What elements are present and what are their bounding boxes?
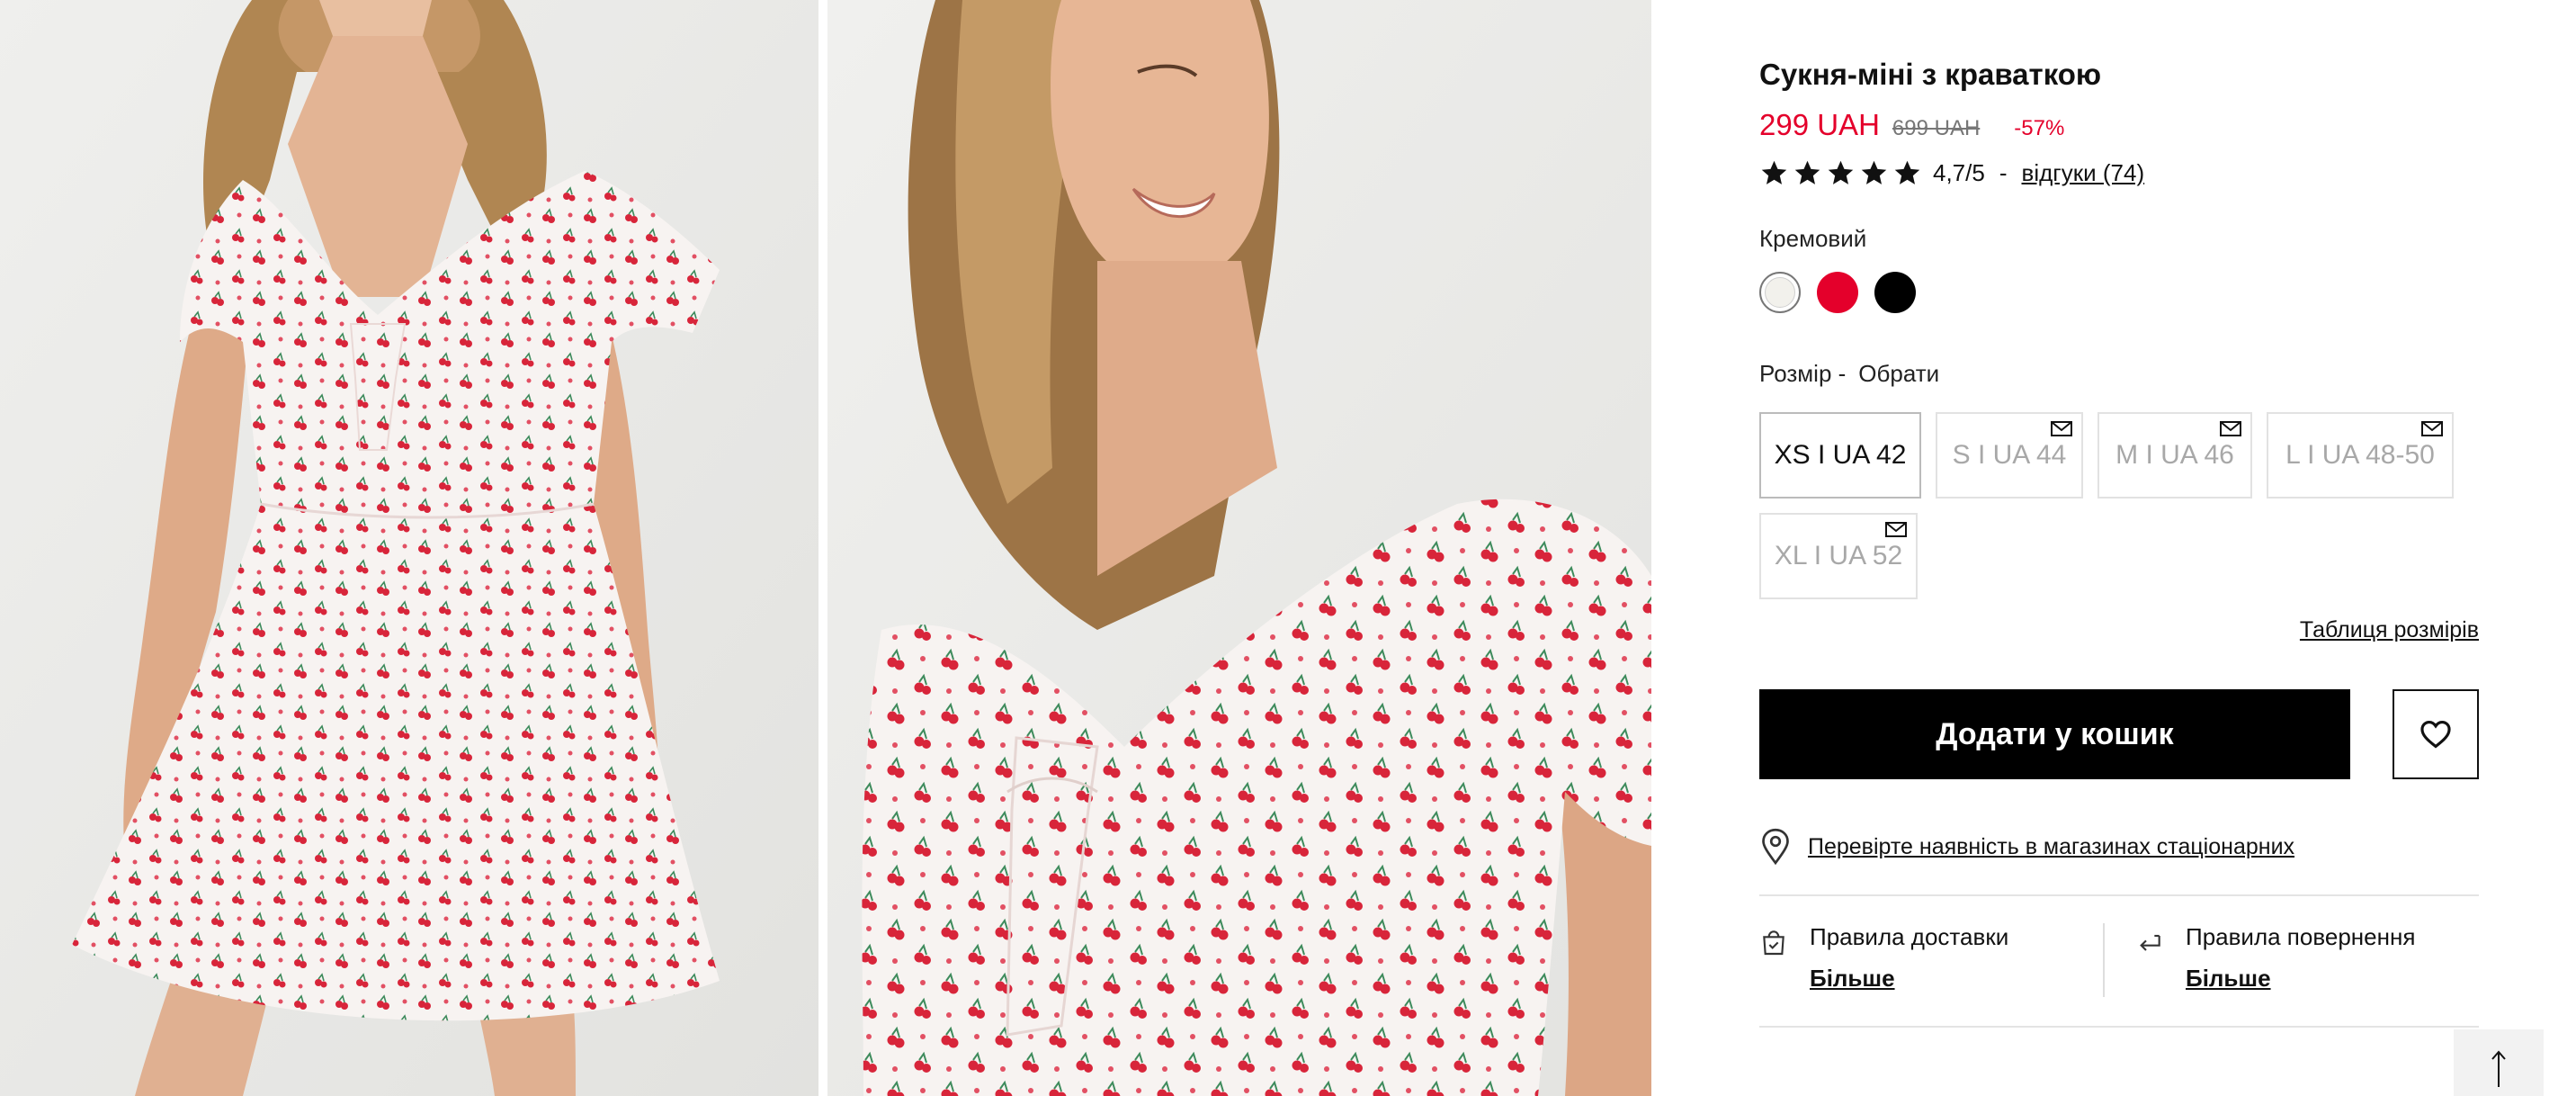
divider [1759, 894, 2479, 896]
delivery-policy-link[interactable]: Більше [1810, 965, 1895, 993]
star-icon [1861, 160, 1887, 184]
wishlist-button[interactable] [2393, 689, 2479, 779]
return-arrow-icon [2140, 934, 2160, 951]
current-price: 299 UAH [1759, 108, 1880, 141]
mail-icon [2421, 421, 2443, 436]
rating-separator: - [1999, 159, 2008, 186]
store-availability-row: Перевірте наявність в магазинах стаціона… [1759, 828, 2294, 866]
product-photo-closeup-image [827, 0, 1651, 1096]
location-pin-icon [1762, 828, 1789, 866]
size-label: Розмір - [1759, 360, 1847, 387]
policy-divider [2103, 923, 2105, 997]
size-option-label: M I UA 46 [2115, 440, 2234, 470]
product-photo-closeup[interactable] [827, 0, 1651, 1096]
color-swatch-cream[interactable] [1759, 272, 1801, 313]
size-option-l[interactable]: L I UA 48-50 [2267, 412, 2454, 499]
returns-policy-title: Правила повернення [2186, 923, 2416, 950]
product-photo-front-image [0, 0, 818, 1096]
size-option-label: XL I UA 52 [1774, 541, 1903, 570]
add-to-cart-button[interactable]: Додати у кошик [1759, 689, 2350, 779]
star-icon [1894, 160, 1920, 184]
rating-value: 4,7/5 [1933, 159, 1985, 186]
color-swatch-red-fill [1817, 272, 1858, 313]
size-option-s[interactable]: S I UA 44 [1936, 412, 2083, 499]
price-row: 299 UAH 699 UAH -57% [1759, 108, 2064, 142]
color-swatch-cream-fill [1765, 277, 1795, 308]
color-swatch-black[interactable] [1874, 272, 1916, 313]
size-label-row: Розмір - Обрати [1759, 360, 1939, 388]
color-swatches [1759, 272, 1916, 313]
divider [1759, 1026, 2479, 1028]
selected-color-name: Кремовий [1759, 225, 1867, 252]
star-icon [1761, 160, 1787, 184]
reviews-link[interactable]: відгуки (74) [2022, 159, 2145, 187]
scroll-to-top-button[interactable] [2454, 1029, 2544, 1096]
size-prompt: Обрати [1858, 360, 1940, 387]
discount-badge: -57% [2014, 116, 2065, 140]
color-swatch-black-fill [1874, 272, 1916, 313]
product-info-panel: Сукня-міні з краваткою 299 UAH 699 UAH -… [1759, 0, 2479, 1096]
heart-icon [2420, 720, 2451, 749]
size-option-m[interactable]: M I UA 46 [2097, 412, 2252, 499]
size-option-xl[interactable]: XL I UA 52 [1759, 513, 1918, 599]
star-icon [1828, 160, 1854, 184]
product-photo-front[interactable] [0, 0, 818, 1096]
rating-row: 4,7/5 - відгуки (74) [1759, 158, 2144, 188]
color-swatch-red[interactable] [1817, 272, 1858, 313]
mail-icon [1885, 522, 1907, 537]
size-option-label: XS I UA 42 [1774, 440, 1907, 470]
size-option-label: L I UA 48-50 [2285, 440, 2435, 470]
mail-icon [2220, 421, 2241, 436]
delivery-bag-icon [1763, 930, 1784, 956]
returns-policy-link[interactable]: Більше [2186, 965, 2271, 993]
old-price: 699 UAH [1892, 116, 1981, 140]
star-icon [1794, 160, 1820, 184]
size-table-link[interactable]: Таблиця розмірів [2300, 617, 2479, 643]
mail-icon [2051, 421, 2072, 436]
product-title: Сукня-міні з краваткою [1759, 58, 2102, 91]
rating-stars [1759, 158, 1922, 188]
size-option-label: S I UA 44 [1952, 440, 2067, 470]
arrow-up-icon [2491, 1050, 2506, 1087]
store-availability-link[interactable]: Перевірте наявність в магазинах стаціона… [1808, 834, 2294, 860]
delivery-policy-title: Правила доставки [1810, 923, 2009, 950]
add-to-cart-label: Додати у кошик [1936, 716, 2174, 751]
size-option-xs[interactable]: XS I UA 42 [1759, 412, 1921, 499]
